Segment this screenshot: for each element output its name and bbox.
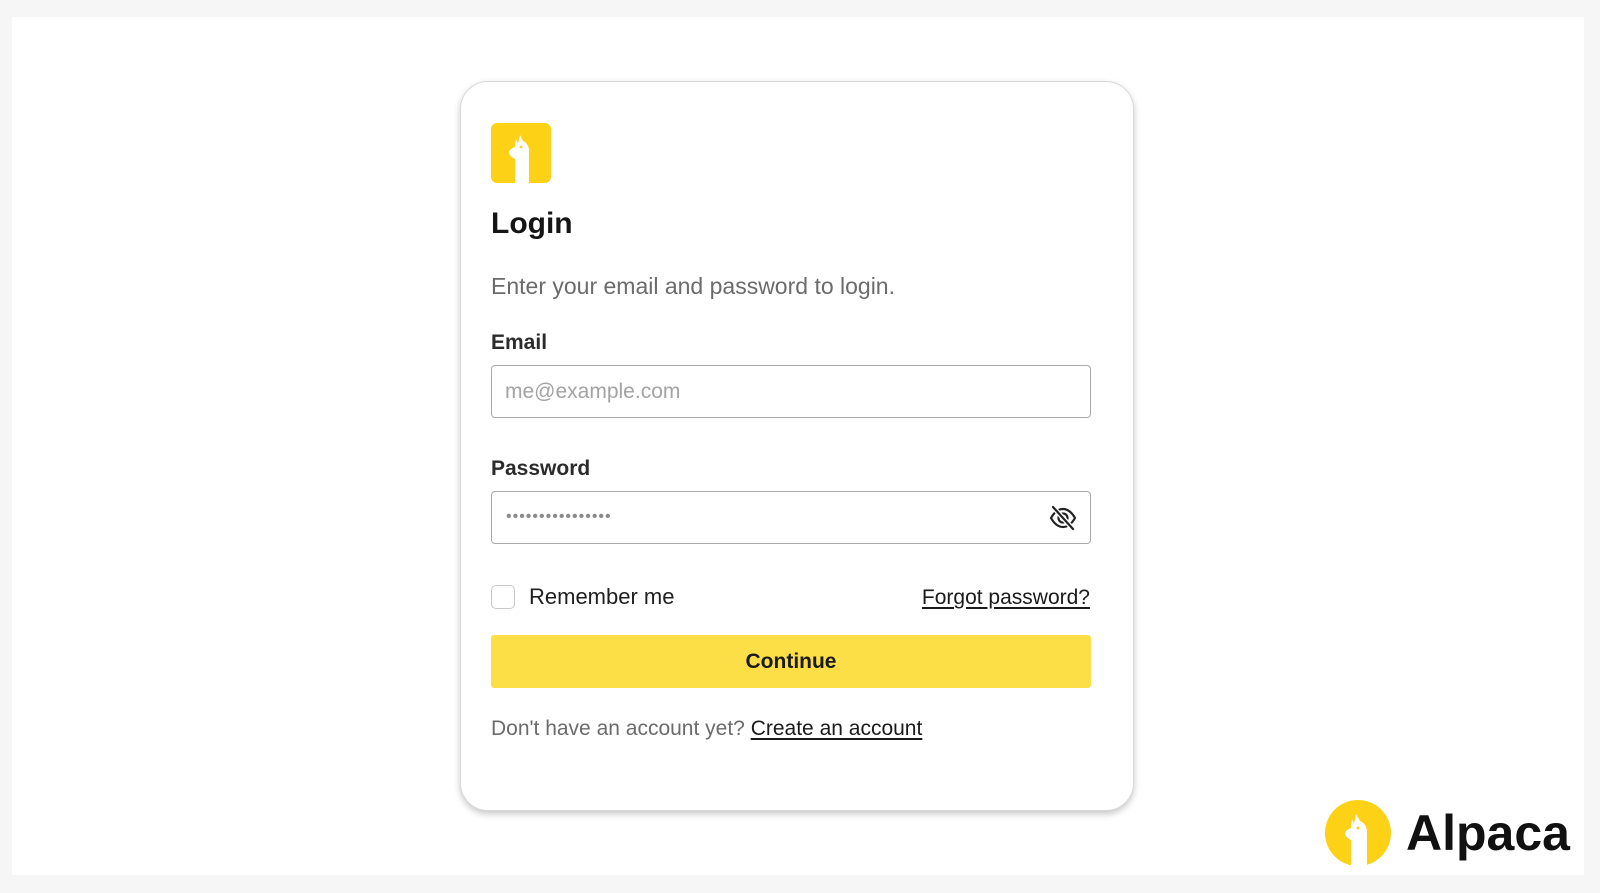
- eye-off-icon[interactable]: [1048, 504, 1078, 532]
- alpaca-icon: [491, 123, 551, 183]
- remember-me-label[interactable]: Remember me: [529, 584, 674, 610]
- forgot-password-link[interactable]: Forgot password?: [922, 586, 1090, 610]
- signup-prompt: Don't have an account yet?: [491, 717, 745, 740]
- remember-me-checkbox[interactable]: [491, 585, 515, 609]
- password-field[interactable]: ••••••••••••••••: [491, 491, 1091, 544]
- email-input[interactable]: [505, 366, 1045, 417]
- create-account-link[interactable]: Create an account: [751, 717, 923, 740]
- remember-me-row: Remember me: [491, 584, 674, 610]
- brand-name: Alpaca: [1406, 805, 1570, 861]
- page-subtitle: Enter your email and password to login.: [491, 273, 895, 299]
- alpaca-icon: [1325, 800, 1391, 866]
- login-card: Login Enter your email and password to l…: [460, 81, 1134, 811]
- brand-footer: Alpaca: [1325, 800, 1570, 866]
- password-label: Password: [491, 457, 591, 480]
- password-masked-value: ••••••••••••••••: [506, 508, 612, 525]
- email-label: Email: [491, 331, 548, 354]
- signup-row: Don't have an account yet? Create an acc…: [491, 718, 922, 739]
- email-field-box: [491, 365, 1091, 418]
- continue-button[interactable]: Continue: [491, 635, 1091, 688]
- page-title: Login: [491, 207, 573, 240]
